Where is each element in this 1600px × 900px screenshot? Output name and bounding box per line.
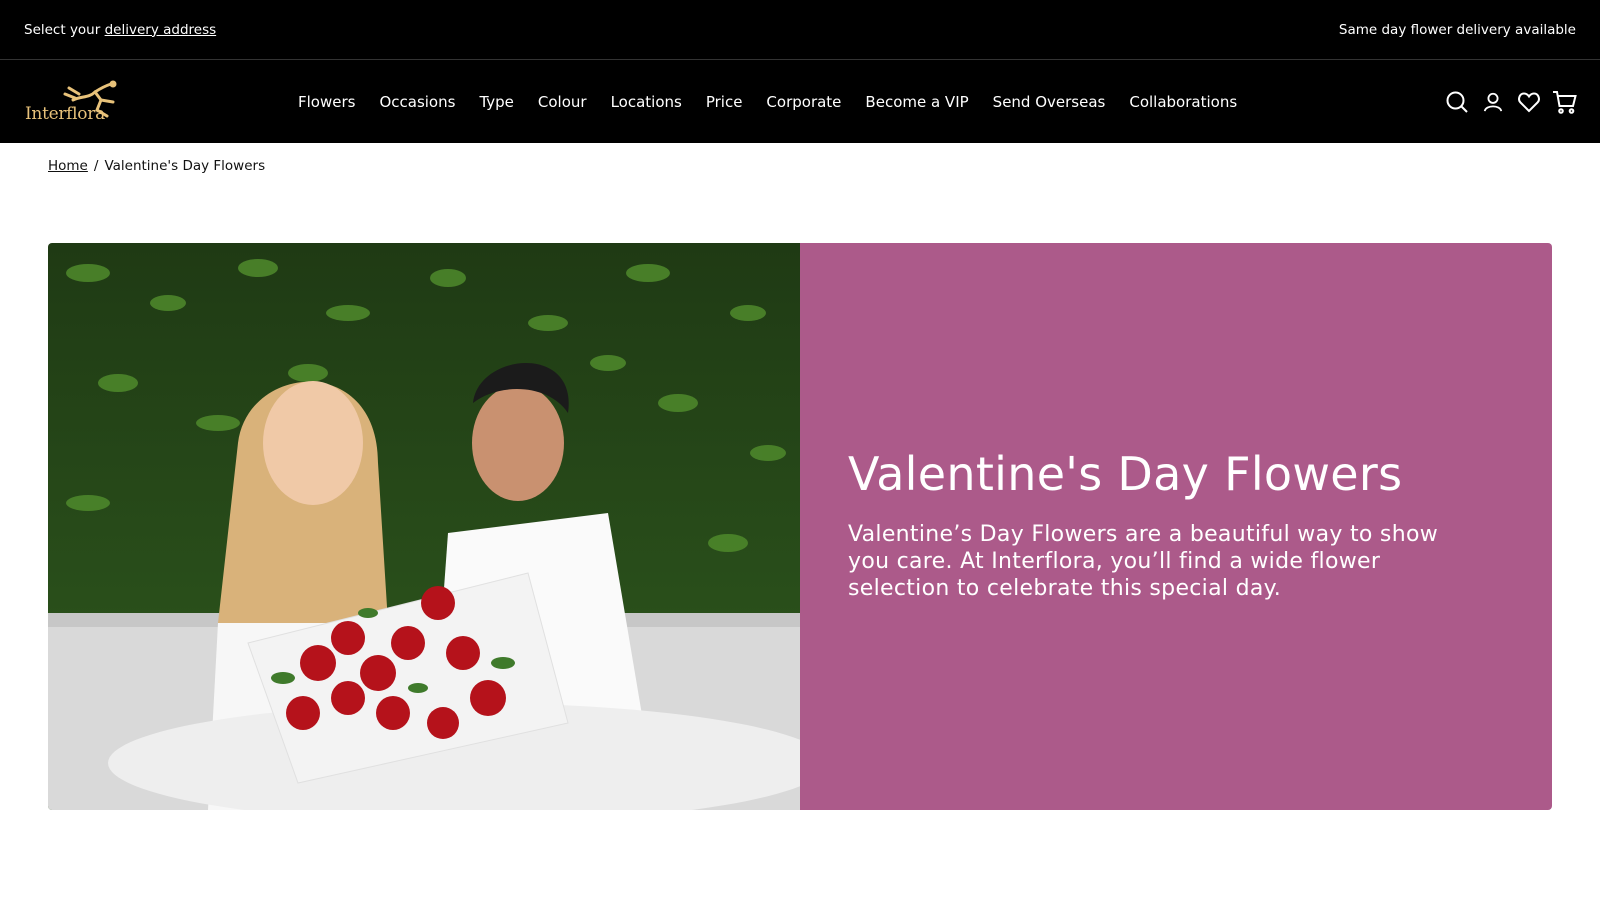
delivery-address-prompt: Select your delivery address — [24, 22, 216, 38]
delivery-prompt-text: Select your — [24, 21, 101, 38]
nav-item-occasions[interactable]: Occasions — [379, 93, 455, 111]
nav-item-send-overseas[interactable]: Send Overseas — [993, 93, 1106, 111]
nav-item-collaborations[interactable]: Collaborations — [1129, 93, 1237, 111]
search-icon[interactable] — [1444, 89, 1470, 115]
breadcrumb: Home / Valentine's Day Flowers — [48, 158, 265, 174]
breadcrumb-separator: / — [93, 158, 99, 174]
nav-item-colour[interactable]: Colour — [538, 93, 587, 111]
primary-nav: Flowers Occasions Type Colour Locations … — [298, 60, 1261, 143]
hero-text-panel: Valentine's Day Flowers Valentine’s Day … — [800, 243, 1552, 810]
nav-item-locations[interactable]: Locations — [611, 93, 682, 111]
breadcrumb-current: Valentine's Day Flowers — [104, 158, 266, 174]
delivery-address-link[interactable]: delivery address — [105, 22, 217, 38]
hero-title: Valentine's Day Flowers — [848, 447, 1403, 501]
same-day-delivery-promo: Same day flower delivery available — [1338, 21, 1576, 38]
hero-photo-couple-with-roses — [48, 243, 800, 810]
logo-wordmark: Interflora — [25, 104, 105, 124]
nav-item-flowers[interactable]: Flowers — [298, 93, 355, 111]
nav-item-become-a-vip[interactable]: Become a VIP — [865, 93, 968, 111]
cart-icon[interactable] — [1552, 89, 1578, 115]
header-actions — [1434, 60, 1578, 143]
breadcrumb-home-link[interactable]: Home — [48, 158, 88, 174]
nav-item-corporate[interactable]: Corporate — [766, 93, 841, 111]
nav-item-type[interactable]: Type — [479, 93, 513, 111]
hero-description: Valentine’s Day Flowers are a beautiful … — [848, 522, 1438, 601]
announcement-bar: Select your delivery address Same day fl… — [0, 0, 1600, 59]
interflora-logo[interactable]: Interflora — [25, 78, 127, 126]
hero-banner: Valentine's Day Flowers Valentine’s Day … — [48, 243, 1552, 810]
nav-item-price[interactable]: Price — [706, 93, 743, 111]
account-icon[interactable] — [1480, 89, 1506, 115]
main-header: Interflora Flowers Occasions Type Colour… — [0, 60, 1600, 143]
wishlist-heart-icon[interactable] — [1516, 89, 1542, 115]
